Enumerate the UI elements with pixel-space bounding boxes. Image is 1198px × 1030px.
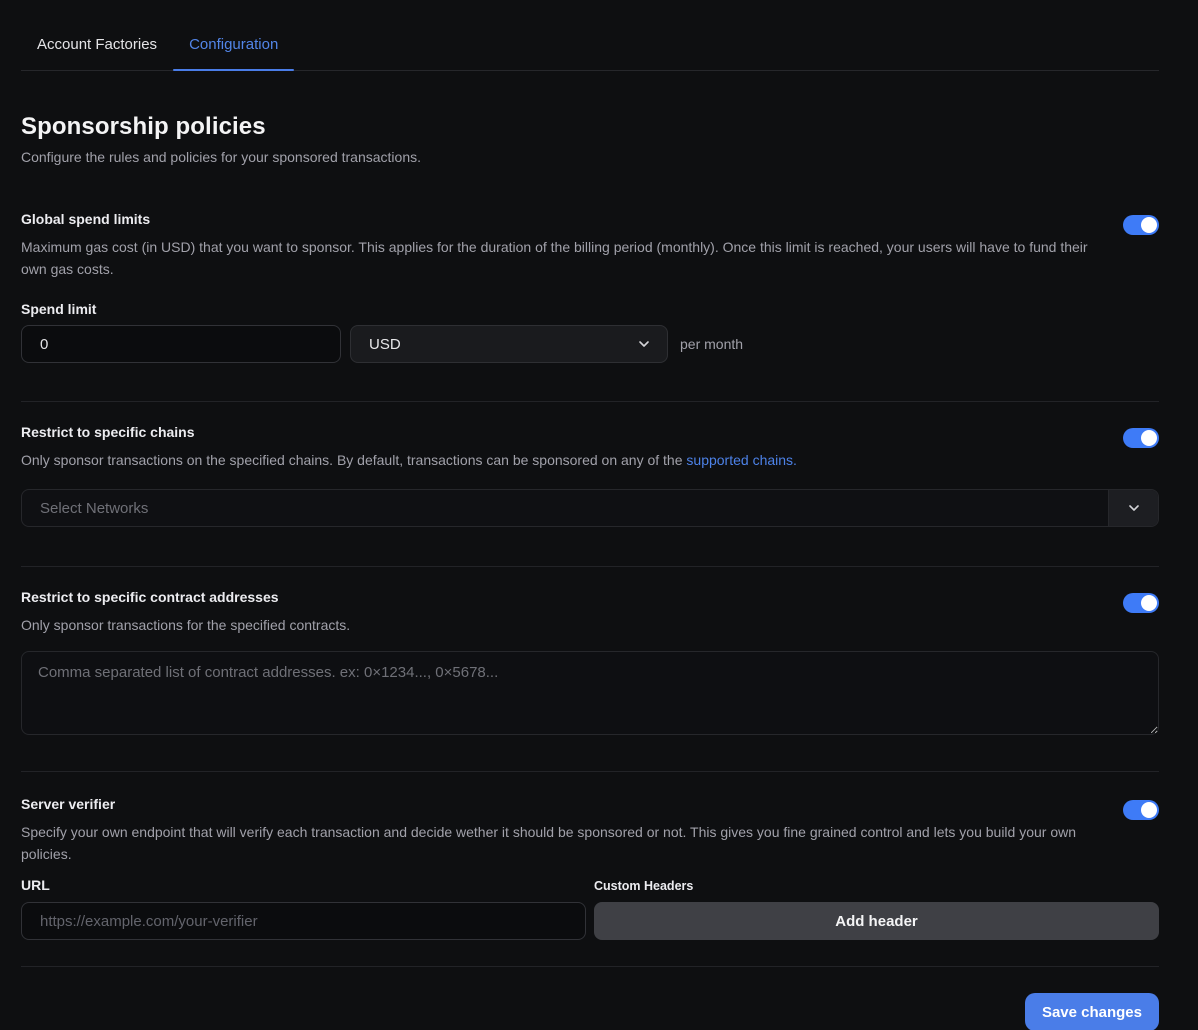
restrict-chains-description-text: Only sponsor transactions on the specifi… <box>21 452 686 468</box>
network-select-chevron-button[interactable] <box>1108 490 1158 526</box>
add-header-button[interactable]: Add header <box>594 902 1159 940</box>
toggle-knob <box>1141 595 1157 611</box>
section-restrict-contracts: Restrict to specific contract addresses … <box>21 589 1159 740</box>
page-title: Sponsorship policies <box>21 113 1159 141</box>
section-global-spend-limits: Global spend limits Maximum gas cost (in… <box>21 211 1159 363</box>
verifier-url-input[interactable] <box>21 902 586 940</box>
supported-chains-link[interactable]: supported chains. <box>686 452 797 468</box>
server-verifier-toggle[interactable] <box>1123 800 1159 820</box>
spend-limit-amount-input[interactable] <box>21 325 341 363</box>
section-divider <box>21 771 1159 772</box>
footer-divider <box>21 966 1159 967</box>
toggle-knob <box>1141 802 1157 818</box>
footer: Save changes <box>21 993 1159 1030</box>
section-server-verifier: Server verifier Specify your own endpoin… <box>21 796 1159 940</box>
global-spend-limits-title: Global spend limits <box>21 211 1095 227</box>
server-verifier-form: URL Custom Headers Add header <box>21 877 1159 940</box>
spend-limit-label: Spend limit <box>21 301 1159 317</box>
contract-addresses-textarea[interactable] <box>21 651 1159 735</box>
restrict-chains-title: Restrict to specific chains <box>21 424 1095 440</box>
chevron-down-icon <box>637 337 651 351</box>
section-divider <box>21 401 1159 402</box>
global-spend-limits-description: Maximum gas cost (in USD) that you want … <box>21 236 1095 280</box>
custom-headers-label: Custom Headers <box>594 879 693 893</box>
server-verifier-description: Specify your own endpoint that will veri… <box>21 821 1095 865</box>
page-subtitle: Configure the rules and policies for you… <box>21 149 1159 165</box>
restrict-contracts-toggle[interactable] <box>1123 593 1159 613</box>
tab-bar: Account Factories Configuration <box>21 0 1159 71</box>
restrict-contracts-description: Only sponsor transactions for the specif… <box>21 614 1095 636</box>
restrict-chains-toggle[interactable] <box>1123 428 1159 448</box>
save-changes-button[interactable]: Save changes <box>1025 993 1159 1030</box>
network-select-placeholder: Select Networks <box>22 490 1108 526</box>
per-month-text: per month <box>680 336 743 352</box>
url-label: URL <box>21 877 50 893</box>
chevron-down-icon <box>1127 501 1141 515</box>
toggle-knob <box>1141 430 1157 446</box>
restrict-chains-description: Only sponsor transactions on the specifi… <box>21 449 1095 471</box>
tab-account-factories[interactable]: Account Factories <box>21 28 173 70</box>
currency-select[interactable]: USD <box>350 325 668 363</box>
restrict-contracts-title: Restrict to specific contract addresses <box>21 589 1095 605</box>
currency-select-value: USD <box>369 336 401 353</box>
configuration-page: Account Factories Configuration Sponsors… <box>0 0 1198 1030</box>
server-verifier-title: Server verifier <box>21 796 1095 812</box>
global-spend-limits-toggle[interactable] <box>1123 215 1159 235</box>
spend-limit-row: USD per month <box>21 325 1159 363</box>
toggle-knob <box>1141 217 1157 233</box>
section-restrict-chains: Restrict to specific chains Only sponsor… <box>21 424 1159 527</box>
tab-configuration[interactable]: Configuration <box>173 28 294 70</box>
network-select[interactable]: Select Networks <box>21 489 1159 527</box>
section-divider <box>21 566 1159 567</box>
